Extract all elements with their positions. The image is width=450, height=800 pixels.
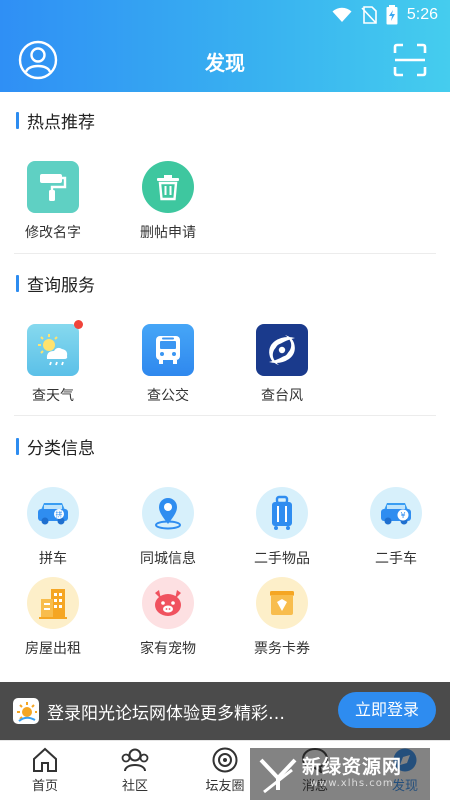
section-divider <box>14 415 436 416</box>
tab-home[interactable]: 首页 <box>0 741 90 800</box>
circle-icon <box>212 747 238 773</box>
tab-label: 首页 <box>31 779 58 794</box>
page-title: 发现 <box>205 51 245 75</box>
section-accent-bar <box>16 111 19 129</box>
section-header-category: 分类信息 <box>16 435 95 459</box>
item-label: 票务卡券 <box>254 641 310 657</box>
battery-charging-icon <box>386 5 398 25</box>
item-rename[interactable]: 修改名字 <box>3 161 103 242</box>
item-pets[interactable]: 家有宠物 <box>118 577 218 658</box>
ticket-icon <box>256 577 308 629</box>
trash-icon <box>142 161 194 213</box>
scan-button[interactable] <box>392 42 428 78</box>
status-time: 5:26 <box>406 6 438 23</box>
pet-icon <box>142 577 194 629</box>
item-label: 修改名字 <box>25 225 81 241</box>
section-divider <box>14 253 436 254</box>
item-label: 查公交 <box>147 388 189 404</box>
tab-community[interactable]: 社区 <box>90 741 180 800</box>
item-label: 房屋出租 <box>25 641 81 657</box>
location-pin-icon <box>142 487 194 539</box>
item-label: 二手物品 <box>254 551 310 567</box>
item-carpool[interactable]: 拼 拼车 <box>3 487 103 568</box>
item-label: 家有宠物 <box>140 641 196 657</box>
status-bar: 5:26 <box>0 0 450 30</box>
bus-icon <box>142 324 194 376</box>
section-header-hot: 热点推荐 <box>16 109 95 133</box>
item-second-hand-goods[interactable]: 二手物品 <box>232 487 332 568</box>
notification-dot <box>74 320 83 329</box>
section-title: 查询服务 <box>27 275 95 296</box>
app-header: 5:26 发现 <box>0 0 450 92</box>
section-accent-bar <box>16 274 19 292</box>
item-label: 查天气 <box>32 388 74 404</box>
scan-icon <box>393 43 427 77</box>
section-title: 热点推荐 <box>27 112 95 133</box>
svg-text:¥: ¥ <box>400 511 405 520</box>
section-title: 分类信息 <box>27 438 95 459</box>
item-delete-post[interactable]: 删帖申请 <box>118 161 218 242</box>
watermark: 新绿资源网 www.xlhs.com <box>250 748 430 800</box>
sun-logo-icon <box>13 698 39 724</box>
item-label: 拼车 <box>39 551 67 567</box>
section-header-query: 查询服务 <box>16 272 95 296</box>
used-car-icon: ¥ <box>370 487 422 539</box>
community-icon <box>121 748 149 772</box>
login-prompt-text: 登录阳光论坛网体验更多精彩… <box>47 704 285 724</box>
watermark-logo-icon <box>259 758 297 794</box>
item-label: 二手车 <box>375 551 417 567</box>
item-label: 同城信息 <box>140 551 196 567</box>
title-bar: 发现 <box>0 30 450 92</box>
suitcase-icon <box>256 487 308 539</box>
wifi-icon <box>332 7 352 22</box>
item-label: 查台风 <box>261 388 303 404</box>
item-label: 删帖申请 <box>140 225 196 241</box>
svg-text:拼: 拼 <box>56 510 63 519</box>
weather-icon <box>27 320 83 376</box>
login-button[interactable]: 立即登录 <box>338 692 436 728</box>
item-house-rent[interactable]: 房屋出租 <box>3 577 103 658</box>
item-tickets[interactable]: 票务卡券 <box>232 577 332 658</box>
item-bus[interactable]: 查公交 <box>118 324 218 405</box>
item-typhoon[interactable]: 查台风 <box>232 324 332 405</box>
carpool-icon: 拼 <box>27 487 79 539</box>
watermark-subtitle: www.xlhs.com <box>310 778 394 789</box>
item-local-info[interactable]: 同城信息 <box>118 487 218 568</box>
home-icon <box>33 747 57 772</box>
building-icon <box>27 577 79 629</box>
section-accent-bar <box>16 437 19 455</box>
watermark-title: 新绿资源网 <box>302 756 403 778</box>
login-banner: 登录阳光论坛网体验更多精彩… 立即登录 <box>0 682 450 740</box>
item-weather[interactable]: 查天气 <box>3 320 103 405</box>
tab-label: 社区 <box>121 779 148 794</box>
typhoon-icon <box>256 324 308 376</box>
no-sim-icon <box>361 6 377 24</box>
item-used-car[interactable]: ¥ 二手车 <box>346 487 446 568</box>
paint-roller-icon <box>27 161 79 213</box>
